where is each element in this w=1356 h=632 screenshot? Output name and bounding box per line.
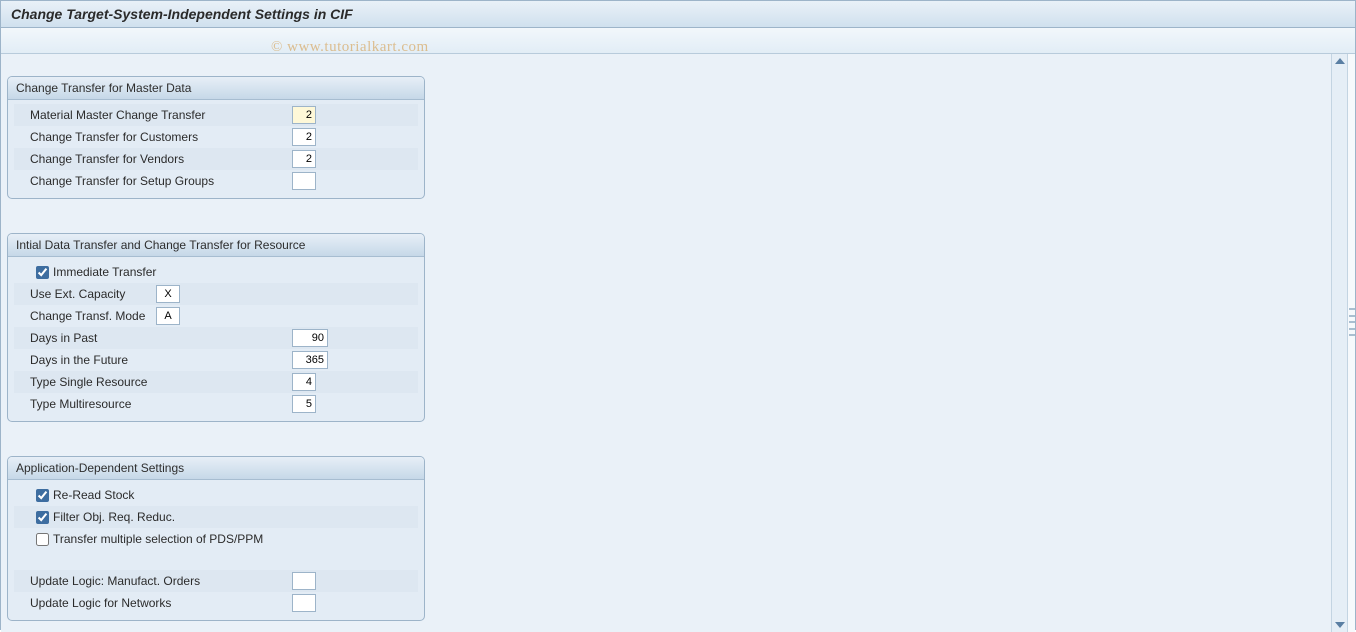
field-row: Filter Obj. Req. Reduc. bbox=[14, 506, 418, 528]
group-header: Intial Data Transfer and Change Transfer… bbox=[8, 234, 424, 257]
field-label: Change Transfer for Customers bbox=[14, 130, 292, 144]
re-read-stock-checkbox[interactable] bbox=[36, 489, 49, 502]
immediate-transfer-checkbox[interactable] bbox=[36, 266, 49, 279]
field-row: Days in Past bbox=[14, 327, 418, 349]
field-label: Change Transfer for Vendors bbox=[14, 152, 292, 166]
field-label: Type Single Resource bbox=[14, 375, 292, 389]
group-body: Material Master Change Transfer Change T… bbox=[8, 100, 424, 198]
checkbox-label: Re-Read Stock bbox=[53, 488, 134, 502]
days-in-future-input[interactable] bbox=[292, 351, 328, 369]
group-body: Re-Read Stock Filter Obj. Req. Reduc. Tr… bbox=[8, 480, 424, 620]
group-initial-data-transfer-resource: Intial Data Transfer and Change Transfer… bbox=[7, 233, 425, 422]
field-row: Type Multiresource bbox=[14, 393, 418, 415]
content-area: Change Transfer for Master Data Material… bbox=[1, 54, 1331, 632]
change-transf-mode-input[interactable] bbox=[156, 307, 180, 325]
field-label: Change Transfer for Setup Groups bbox=[14, 174, 292, 188]
filter-obj-req-reduc-checkbox[interactable] bbox=[36, 511, 49, 524]
field-label: Update Logic for Networks bbox=[14, 596, 292, 610]
field-label: Days in Past bbox=[14, 331, 292, 345]
transfer-multiple-pds-ppm-checkbox[interactable] bbox=[36, 533, 49, 546]
field-row: Use Ext. Capacity bbox=[14, 283, 418, 305]
group-application-dependent-settings: Application-Dependent Settings Re-Read S… bbox=[7, 456, 425, 621]
field-row: Change Transfer for Vendors bbox=[14, 148, 418, 170]
days-in-past-input[interactable] bbox=[292, 329, 328, 347]
field-row: Material Master Change Transfer bbox=[14, 104, 418, 126]
use-ext-capacity-input[interactable] bbox=[156, 285, 180, 303]
resize-handle[interactable] bbox=[1347, 54, 1355, 632]
field-row: Days in the Future bbox=[14, 349, 418, 371]
change-transfer-customers-input[interactable] bbox=[292, 128, 316, 146]
group-body: Immediate Transfer Use Ext. Capacity Cha… bbox=[8, 257, 424, 421]
field-row: Change Transfer for Setup Groups bbox=[14, 170, 418, 192]
scroll-up-icon[interactable] bbox=[1335, 58, 1345, 64]
vertical-scrollbar[interactable] bbox=[1331, 54, 1347, 632]
group-change-transfer-master-data: Change Transfer for Master Data Material… bbox=[7, 76, 425, 199]
field-row: Change Transfer for Customers bbox=[14, 126, 418, 148]
spacer bbox=[14, 550, 418, 570]
change-transfer-vendors-input[interactable] bbox=[292, 150, 316, 168]
content-wrapper: Change Transfer for Master Data Material… bbox=[1, 54, 1355, 632]
field-label: Days in the Future bbox=[14, 353, 292, 367]
type-multiresource-input[interactable] bbox=[292, 395, 316, 413]
field-row: Immediate Transfer bbox=[14, 261, 418, 283]
field-row: Re-Read Stock bbox=[14, 484, 418, 506]
field-label: Material Master Change Transfer bbox=[14, 108, 292, 122]
material-master-change-transfer-input[interactable] bbox=[292, 106, 316, 124]
application-toolbar bbox=[1, 28, 1355, 54]
field-row: Type Single Resource bbox=[14, 371, 418, 393]
group-header: Application-Dependent Settings bbox=[8, 457, 424, 480]
page-title: Change Target-System-Independent Setting… bbox=[1, 1, 1355, 28]
field-row: Transfer multiple selection of PDS/PPM bbox=[14, 528, 418, 550]
update-logic-manufact-orders-input[interactable] bbox=[292, 572, 316, 590]
field-row: Change Transf. Mode bbox=[14, 305, 418, 327]
field-row: Update Logic: Manufact. Orders bbox=[14, 570, 418, 592]
checkbox-label: Transfer multiple selection of PDS/PPM bbox=[53, 532, 263, 546]
checkbox-label: Filter Obj. Req. Reduc. bbox=[53, 510, 175, 524]
sap-window: Change Target-System-Independent Setting… bbox=[0, 0, 1356, 630]
type-single-resource-input[interactable] bbox=[292, 373, 316, 391]
scroll-down-icon[interactable] bbox=[1335, 622, 1345, 628]
field-label: Change Transf. Mode bbox=[14, 309, 156, 323]
field-row: Update Logic for Networks bbox=[14, 592, 418, 614]
field-label: Use Ext. Capacity bbox=[14, 287, 156, 301]
group-header: Change Transfer for Master Data bbox=[8, 77, 424, 100]
grip-icon bbox=[1349, 308, 1355, 336]
change-transfer-setup-groups-input[interactable] bbox=[292, 172, 316, 190]
checkbox-label: Immediate Transfer bbox=[53, 265, 156, 279]
field-label: Update Logic: Manufact. Orders bbox=[14, 574, 292, 588]
update-logic-networks-input[interactable] bbox=[292, 594, 316, 612]
field-label: Type Multiresource bbox=[14, 397, 292, 411]
